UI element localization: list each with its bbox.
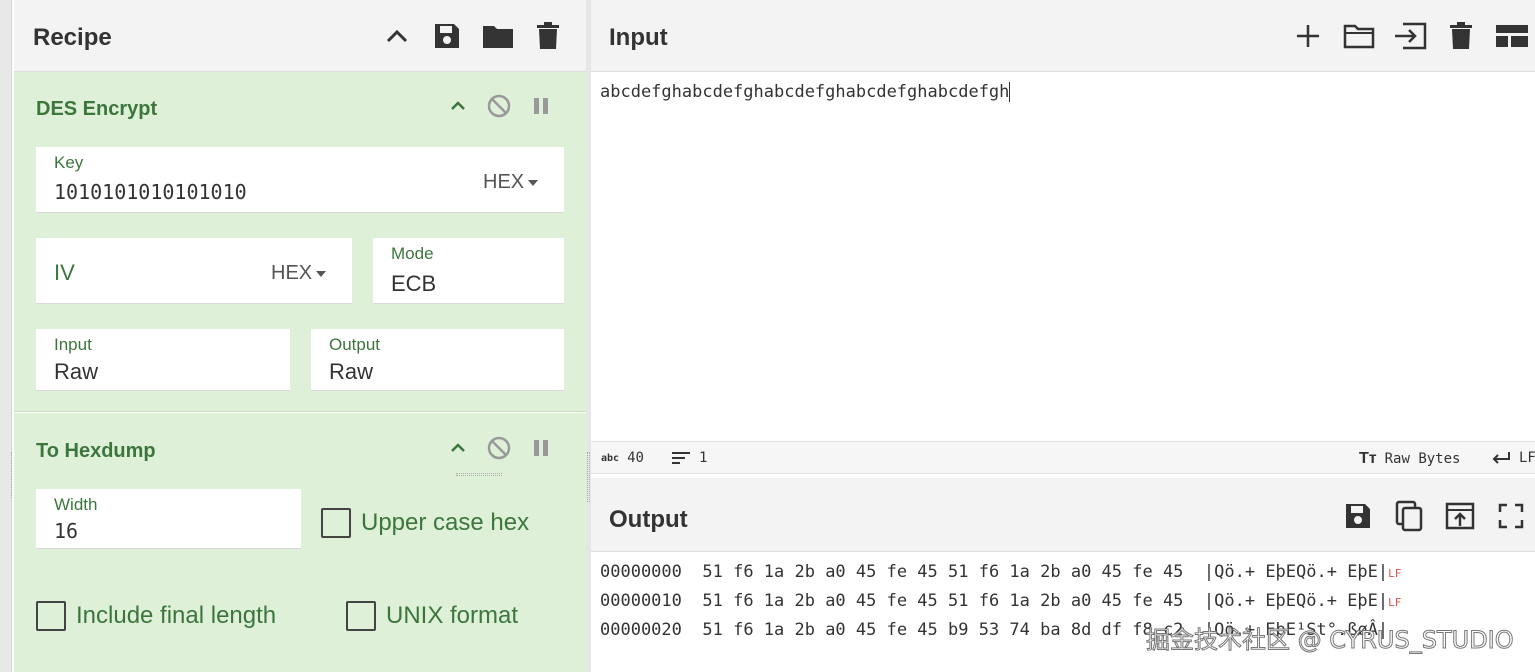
input-text-value: abcdefghabcdefghabcdefghabcdefghabcdefgh	[600, 82, 1010, 102]
chevron-up-icon[interactable]	[444, 92, 472, 120]
iv-format-dropdown[interactable]: HEX	[271, 262, 327, 285]
output-format-value: Raw	[329, 359, 374, 384]
lines-icon	[672, 452, 690, 464]
layout-icon[interactable]	[1494, 18, 1530, 54]
key-format-label: HEX	[483, 171, 525, 193]
lf-marker: LF	[1388, 567, 1402, 580]
copy-icon[interactable]	[1391, 498, 1427, 534]
key-format-dropdown[interactable]: HEX	[483, 171, 539, 194]
unix-format-label: UNIX format	[386, 602, 519, 629]
add-tab-icon[interactable]	[1290, 18, 1326, 54]
include-final-length-label: Include final length	[76, 602, 277, 629]
output-format-select[interactable]: Output Raw	[311, 329, 564, 391]
save-output-icon[interactable]	[1340, 498, 1376, 534]
maximise-icon[interactable]	[1493, 498, 1529, 534]
input-format-value: Raw	[54, 359, 99, 384]
chevron-up-icon[interactable]	[444, 434, 472, 462]
save-icon[interactable]	[431, 20, 463, 52]
open-folder-icon[interactable]	[1341, 18, 1377, 54]
return-icon	[1492, 452, 1510, 464]
key-label: Key	[54, 153, 84, 172]
output-title: Output	[609, 506, 688, 533]
disable-icon[interactable]	[485, 434, 513, 462]
text-format-icon: Tт	[1359, 450, 1377, 467]
hexdump-bytes: 51 f6 1a 2b a0 45 fe 45 51 f6 1a 2b a0 4…	[702, 562, 1184, 582]
mode-label: Mode	[391, 244, 434, 263]
mode-select[interactable]: Mode ECB	[373, 238, 564, 304]
mode-value: ECB	[391, 271, 437, 296]
encoding-selector[interactable]: Tт Raw Bytes	[1359, 450, 1460, 468]
length-stat: abc 40	[601, 450, 644, 466]
upper-case-hex-label: Upper case hex	[361, 509, 530, 536]
chevron-up-icon[interactable]	[381, 20, 413, 52]
text-cursor	[1009, 82, 1011, 102]
input-status-bar: abc 40 1 Tт Raw Bytes LF	[591, 441, 1535, 474]
output-header: Output	[591, 478, 1535, 552]
abc-icon: abc	[601, 452, 620, 464]
input-pane: Input abcdefghabcdefghabcdefghabcdefghab…	[591, 0, 1535, 474]
lf-marker: LF	[1388, 596, 1402, 609]
recipe-header: Recipe	[14, 0, 586, 72]
encoding-value: Raw Bytes	[1384, 451, 1461, 467]
hexdump-bytes: 51 f6 1a 2b a0 45 fe 45 51 f6 1a 2b a0 4…	[702, 591, 1184, 611]
hexdump-offset: 00000020	[600, 620, 682, 640]
width-label: Width	[54, 495, 98, 514]
checkbox-box[interactable]	[321, 508, 351, 538]
operations-panel-edge	[0, 0, 12, 672]
hexdump-line: 00000010 51 f6 1a 2b a0 45 fe 45 51 f6 1…	[600, 591, 1401, 611]
input-header: Input	[591, 0, 1535, 72]
key-input[interactable]: 1010101010101010	[54, 180, 247, 204]
row-resize-handle[interactable]	[456, 473, 502, 476]
output-format-label: Output	[329, 335, 381, 354]
disable-icon[interactable]	[485, 92, 513, 120]
recipe-title: Recipe	[33, 24, 112, 51]
iv-field[interactable]: IV HEX	[36, 238, 352, 304]
length-value: 40	[627, 450, 644, 466]
input-format-select[interactable]: Input Raw	[36, 329, 290, 391]
hexdump-bytes: 51 f6 1a 2b a0 45 fe 45 b9 53 74 ba 8d d…	[702, 620, 1184, 640]
include-final-length-checkbox[interactable]: Include final length	[36, 601, 276, 631]
folder-icon[interactable]	[482, 20, 514, 52]
hexdump-line: 00000000 51 f6 1a 2b a0 45 fe 45 51 f6 1…	[600, 562, 1401, 582]
operation-title: DES Encrypt	[36, 98, 158, 120]
open-file-icon[interactable]	[1392, 18, 1428, 54]
input-textarea[interactable]: abcdefghabcdefghabcdefghabcdefghabcdefgh	[600, 82, 1011, 102]
width-field[interactable]: Width 16	[36, 489, 301, 549]
hexdump-offset: 00000000	[600, 562, 682, 582]
lines-stat: 1	[671, 450, 707, 466]
hexdump-offset: 00000010	[600, 591, 682, 611]
breakpoint-icon[interactable]	[527, 92, 555, 120]
input-title: Input	[609, 24, 668, 51]
breakpoint-icon[interactable]	[527, 434, 555, 462]
eol-selector[interactable]: LF	[1491, 450, 1535, 466]
hexdump-ascii: |Qö.+ EþEQö.+ EþE|	[1203, 591, 1389, 611]
cyberchef-app: Recipe DES Encrypt Key 1010101010101010 …	[0, 0, 1535, 672]
key-field[interactable]: Key 1010101010101010 HEX	[36, 147, 564, 213]
checkbox-box[interactable]	[36, 601, 66, 631]
eol-value: LF	[1519, 450, 1535, 466]
trash-icon[interactable]	[532, 20, 564, 52]
recipe-panel: Recipe DES Encrypt Key 1010101010101010 …	[14, 0, 586, 672]
column-resize-handle[interactable]	[587, 452, 590, 502]
to-hexdump-operation: To Hexdump Width 16 Upper case hex Inclu…	[14, 413, 586, 672]
replace-input-icon[interactable]	[1442, 498, 1478, 534]
iv-label: IV	[54, 260, 75, 285]
upper-case-hex-checkbox[interactable]: Upper case hex	[321, 508, 529, 538]
lines-value: 1	[699, 450, 708, 466]
des-encrypt-operation: DES Encrypt Key 1010101010101010 HEX IV	[14, 72, 586, 412]
caret-down-icon	[528, 179, 539, 186]
caret-down-icon	[316, 270, 327, 277]
hexdump-ascii: |Qö.+ EþEQö.+ EþE|	[1203, 562, 1389, 582]
input-format-label: Input	[54, 335, 92, 354]
clear-input-icon[interactable]	[1443, 18, 1479, 54]
width-input[interactable]: 16	[54, 519, 78, 543]
checkbox-box[interactable]	[346, 601, 376, 631]
unix-format-checkbox[interactable]: UNIX format	[346, 601, 518, 631]
watermark: 掘金技术社区 @ CYRUS_STUDIO	[1146, 626, 1515, 655]
operation-title: To Hexdump	[36, 440, 156, 462]
iv-format-label: HEX	[271, 262, 313, 284]
